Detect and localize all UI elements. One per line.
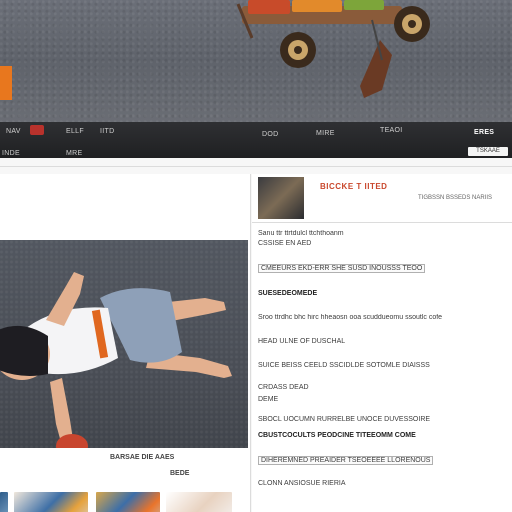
- child-figure: [0, 272, 232, 448]
- nav-item-1[interactable]: NAV: [6, 128, 21, 135]
- article-subheading: SUESEDEOMEDE: [258, 290, 318, 297]
- thumbnail-4[interactable]: [166, 492, 232, 512]
- top-navbar: NAV ELLF IITD DOD MIRE TEAOI ERES INDE M…: [0, 122, 512, 158]
- photo-column: BARSAE DIE AAES BEDE: [0, 174, 250, 512]
- hero-photo: [0, 0, 512, 122]
- thumbnail-2[interactable]: [14, 492, 88, 512]
- wagon-icon: [236, 0, 430, 98]
- nav-item-3[interactable]: IITD: [100, 128, 114, 135]
- photo-caption-sub: BEDE: [170, 470, 190, 477]
- article-subheading: CBUSTCOCULTS PEODCINE TITEEOMM COME: [258, 432, 416, 439]
- article-line: SUICE BEISS CEELD SSCIDLDE SOTOMLE DIAIS…: [258, 362, 430, 369]
- article-meta: TIGBSSN BSSEDS NARIIS: [418, 195, 493, 201]
- main-photo[interactable]: [0, 240, 248, 448]
- thumbnail-1[interactable]: [0, 492, 8, 512]
- page: NAV ELLF IITD DOD MIRE TEAOI ERES INDE M…: [0, 0, 512, 512]
- article-headline[interactable]: BICCKE T IITED: [320, 182, 387, 191]
- site-logo[interactable]: [30, 125, 44, 135]
- orange-tab[interactable]: [0, 66, 12, 100]
- column-divider: [250, 174, 251, 512]
- nav-subitem-1[interactable]: INDE: [2, 150, 20, 157]
- article-line: DEME: [258, 396, 279, 403]
- nav-item-5[interactable]: MIRE: [316, 130, 335, 137]
- article-line: CRDASS DEAD: [258, 384, 309, 391]
- nav-subitem-2[interactable]: MRE: [66, 150, 82, 157]
- nav-action-button[interactable]: TSKAAE: [468, 147, 508, 156]
- article-column: BICCKE T IITED TIGBSSN BSSEDS NARIIS San…: [252, 174, 512, 512]
- nav-item-4[interactable]: DOD: [262, 131, 278, 138]
- photo-caption: BARSAE DIE AAES: [110, 454, 175, 461]
- nav-item-6[interactable]: TEAOI: [380, 127, 403, 134]
- article-line: CSSISE EN AED: [258, 240, 312, 247]
- article-line: Sanu ttr ttrtdulcl ttchthoanm: [258, 230, 344, 237]
- nav-item-7[interactable]: ERES: [474, 129, 494, 136]
- nav-item-2[interactable]: ELLF: [66, 128, 84, 135]
- article-line-highlight[interactable]: DIHEREMNED PREAIDER TSEOEEEE LLORENOUS: [258, 456, 434, 465]
- article-line: Sroo ttrdhc bhc hirc hheaosn ooa scuddue…: [258, 314, 443, 321]
- content-area: BARSAE DIE AAES BEDE BICCKE T IITED TIGB…: [0, 158, 512, 512]
- article-line-highlight[interactable]: CMEEURS EKD-ERR SHE SUSD INOUSSS TEOO: [258, 264, 426, 273]
- article-thumbnail[interactable]: [258, 177, 304, 219]
- article-line: SBOCL UOCUMN RURRELBE UNOCE DUVESSOIRE: [258, 416, 431, 423]
- divider: [0, 166, 512, 167]
- thumbnail-3[interactable]: [96, 492, 160, 512]
- divider: [252, 222, 512, 223]
- article-line: HEAD ULNE OF DUSCHAL: [258, 338, 346, 345]
- article-line: CLONN ANSIOSUE RIERIA: [258, 480, 346, 487]
